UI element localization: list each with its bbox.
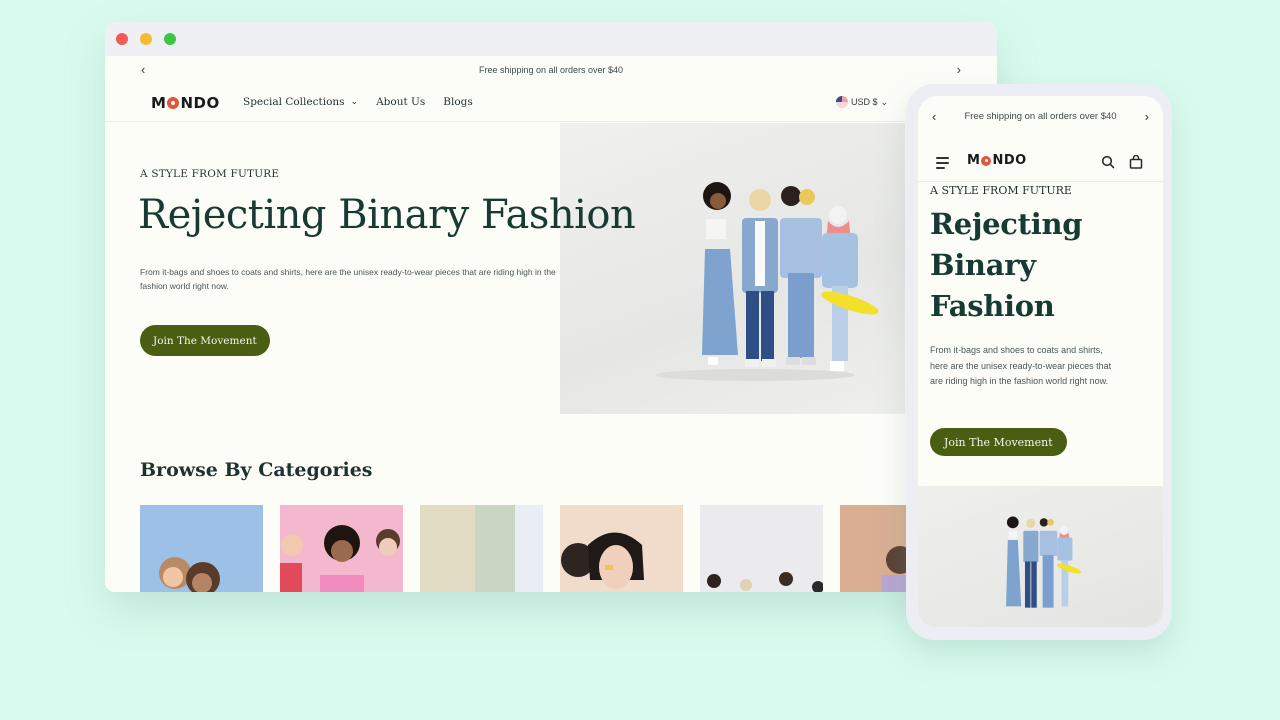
- maximize-window-button[interactable]: [164, 33, 176, 45]
- nav-label: Blogs: [443, 96, 473, 108]
- group-photo-illustration: [655, 182, 879, 381]
- us-flag-icon: [836, 96, 848, 108]
- mobile-hero-image: [918, 486, 1163, 627]
- logo-text-suffix: NDO: [992, 153, 1027, 168]
- mondo-logo[interactable]: M NDO: [967, 153, 1027, 168]
- category-card-5[interactable]: [700, 505, 823, 592]
- join-movement-button[interactable]: Join The Movement: [140, 325, 270, 356]
- mobile-announcement-bar: ‹ Free shipping on all orders over $40 ›: [918, 104, 1163, 128]
- main-nav: M NDO Special Collections ⌄ About Us Blo…: [105, 84, 997, 122]
- category-image: [840, 505, 906, 592]
- browse-categories-title: Browse By Categories: [140, 459, 373, 481]
- chevron-right-icon[interactable]: ›: [1145, 109, 1149, 124]
- hamburger-menu-icon[interactable]: [936, 157, 949, 172]
- desktop-browser-window: ‹ Free shipping on all orders over $40 ›…: [105, 22, 997, 592]
- category-card-4[interactable]: [560, 505, 683, 592]
- shopping-bag-icon[interactable]: [1129, 155, 1143, 169]
- category-image: [140, 505, 263, 592]
- announcement-bar: ‹ Free shipping on all orders over $40 ›: [105, 56, 997, 84]
- category-card-3[interactable]: [420, 505, 543, 592]
- group-photo-illustration: [1006, 516, 1082, 608]
- mobile-join-movement-button[interactable]: Join The Movement: [930, 428, 1067, 456]
- announcement-text: Free shipping on all orders over $40: [964, 110, 1117, 122]
- category-image: [420, 505, 543, 592]
- chevron-right-icon[interactable]: ›: [957, 62, 961, 77]
- category-list: [140, 505, 906, 592]
- person-1: [702, 182, 738, 365]
- hero-title: Rejecting Binary Fashion: [138, 192, 636, 238]
- mobile-hero-description: From it-bags and shoes to coats and shir…: [930, 345, 1112, 386]
- announcement-text: Free shipping on all orders over $40: [478, 65, 624, 75]
- nav-about-us[interactable]: About Us: [376, 96, 425, 108]
- category-image: [280, 505, 403, 592]
- nav-blogs[interactable]: Blogs: [443, 96, 473, 108]
- person-4: [822, 206, 858, 371]
- chevron-left-icon[interactable]: ‹: [141, 62, 145, 77]
- mobile-screen: ‹ Free shipping on all orders over $40 ›…: [918, 96, 1163, 627]
- nav-label: About Us: [376, 96, 426, 108]
- mobile-hero-eyebrow: A STYLE FROM FUTURE: [930, 184, 1072, 197]
- nav-label: Special Collections: [243, 96, 345, 108]
- hero-image: [560, 123, 905, 414]
- nav-links: Special Collections ⌄ About Us Blogs: [243, 96, 473, 108]
- logo-text-prefix: M: [151, 94, 167, 112]
- logo-text-suffix: NDO: [180, 94, 220, 112]
- mondo-logo[interactable]: M NDO: [151, 94, 220, 112]
- logo-text-prefix: M: [967, 153, 981, 168]
- title-line: Rejecting: [930, 207, 1083, 241]
- chevron-down-icon: ⌄: [350, 97, 359, 107]
- nav-special-collections[interactable]: Special Collections ⌄: [243, 96, 358, 108]
- category-card-6[interactable]: [840, 505, 906, 592]
- mobile-phone-frame: ‹ Free shipping on all orders over $40 ›…: [906, 84, 1172, 640]
- logo-dot-icon: [981, 155, 992, 166]
- minimize-window-button[interactable]: [140, 33, 152, 45]
- category-card-1[interactable]: [140, 505, 263, 592]
- browser-titlebar: [105, 22, 997, 56]
- title-line: Fashion: [930, 289, 1055, 323]
- category-image: [560, 505, 683, 592]
- category-card-2[interactable]: [280, 505, 403, 592]
- currency-selector[interactable]: USD $ ⌄: [836, 96, 888, 108]
- person-3: [780, 186, 822, 365]
- search-icon[interactable]: [1101, 155, 1115, 169]
- title-line: Binary: [930, 248, 1036, 282]
- person-2: [742, 189, 778, 367]
- close-window-button[interactable]: [116, 33, 128, 45]
- mobile-hero-title: Rejecting Binary Fashion: [930, 204, 1083, 327]
- category-image: [700, 505, 823, 592]
- currency-label: USD $: [851, 97, 878, 107]
- chevron-down-icon: ⌄: [880, 96, 889, 107]
- hero-description: From it-bags and shoes to coats and shir…: [140, 267, 556, 291]
- logo-dot-icon: [167, 97, 180, 109]
- mobile-nav: M NDO: [918, 146, 1163, 182]
- chevron-left-icon[interactable]: ‹: [932, 109, 936, 124]
- skateboard: [821, 291, 879, 315]
- hero-eyebrow: A STYLE FROM FUTURE: [140, 168, 280, 180]
